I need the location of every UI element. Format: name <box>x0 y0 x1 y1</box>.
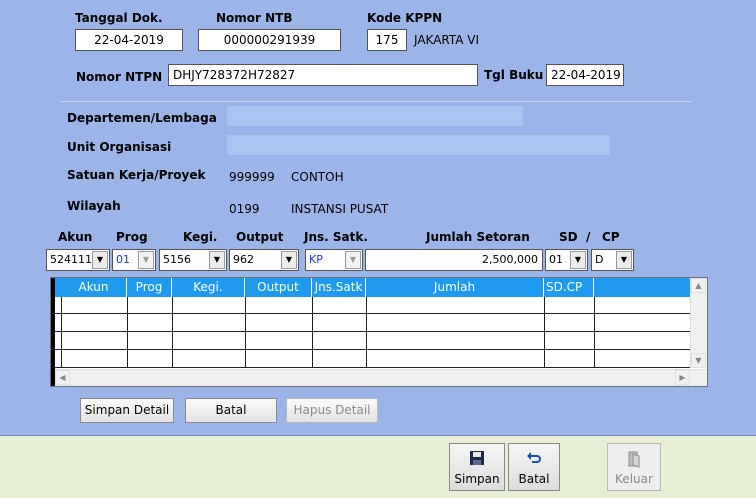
grid-col-divider <box>594 297 595 367</box>
satker-name: CONTOH <box>291 170 344 184</box>
kppn-name: JAKARTA VI <box>414 33 480 47</box>
kegi-combo[interactable]: 5156 ▼ <box>159 249 227 271</box>
tgl-buku-field[interactable]: 22-04-2019 <box>546 64 624 86</box>
chevron-down-icon[interactable]: ▼ <box>570 251 586 269</box>
chevron-down-icon[interactable]: ▼ <box>616 251 632 269</box>
batal-label: Batal <box>518 472 550 486</box>
output-value: 962 <box>233 253 254 266</box>
jns-satk-combo: KP ▼ <box>305 249 363 271</box>
chevron-down-icon: ▼ <box>138 251 154 269</box>
jns-satk-label: Jns. Satk. <box>304 230 368 244</box>
prog-value: 01 <box>116 253 130 266</box>
wilayah-code: 0199 <box>229 202 260 216</box>
chevron-down-icon[interactable]: ▼ <box>281 251 297 269</box>
kegi-value: 5156 <box>163 253 191 266</box>
undo-icon <box>509 450 559 466</box>
output-label: Output <box>236 230 284 244</box>
keluar-button[interactable]: Keluar <box>607 443 661 491</box>
table-row[interactable] <box>55 297 707 314</box>
grid-col-divider <box>245 297 246 367</box>
grid-col-divider <box>544 297 545 367</box>
keluar-label: Keluar <box>615 472 653 486</box>
wilayah-label: Wilayah <box>67 199 121 213</box>
hapus-detail-button[interactable]: Hapus Detail <box>286 398 378 423</box>
grid-col-akun[interactable]: Akun <box>61 278 127 297</box>
floppy-disk-icon <box>450 450 504 466</box>
chevron-down-icon: ▼ <box>345 251 361 269</box>
table-row[interactable] <box>55 333 707 350</box>
cp-combo[interactable]: D ▼ <box>591 249 634 271</box>
grid-col-output[interactable]: Output <box>245 278 312 297</box>
jumlah-setoran-field[interactable]: 2,500,000 <box>365 249 543 271</box>
sd-combo[interactable]: 01 ▼ <box>545 249 588 271</box>
batal-button[interactable]: Batal <box>508 443 560 491</box>
sd-value: 01 <box>549 253 563 266</box>
akun-label: Akun <box>58 230 93 244</box>
detail-grid[interactable]: Akun Prog Kegi. Output Jns.Satk Jumlah S… <box>50 277 708 387</box>
jns-satk-value: KP <box>309 253 323 266</box>
akun-combo[interactable]: 524111 ▼ <box>46 249 110 271</box>
unit-organisasi-label: Unit Organisasi <box>67 140 172 154</box>
grid-col-sd-cp[interactable]: SD.CP <box>544 278 594 297</box>
exit-door-icon <box>608 450 660 468</box>
tgl-buku-label: Tgl Buku <box>484 68 544 82</box>
grid-col-divider <box>312 297 313 367</box>
scroll-up-icon[interactable]: ▲ <box>691 278 706 293</box>
nomor-ntb-field[interactable]: 000000291939 <box>198 29 341 51</box>
table-row[interactable] <box>55 351 707 368</box>
grid-horizontal-scrollbar[interactable]: ◀ ▶ <box>55 369 707 386</box>
sd-cp-slash: / <box>586 230 591 244</box>
tanggal-dok-label: Tanggal Dok. <box>75 11 163 25</box>
grid-col-jumlah[interactable]: Jumlah <box>366 278 544 297</box>
form-panel: Tanggal Dok. Nomor NTB Kode KPPN 22-04-2… <box>0 0 756 436</box>
jumlah-setoran-label: Jumlah Setoran <box>426 230 530 244</box>
chevron-down-icon[interactable]: ▼ <box>92 251 108 269</box>
batal-detail-button[interactable]: Batal <box>185 398 277 423</box>
wilayah-name: INSTANSI PUSAT <box>291 202 389 216</box>
chevron-down-icon[interactable]: ▼ <box>209 251 225 269</box>
grid-col-divider <box>127 297 128 367</box>
tanggal-dok-field[interactable]: 22-04-2019 <box>75 29 183 51</box>
grid-col-kegi[interactable]: Kegi. <box>172 278 245 297</box>
simpan-label: Simpan <box>454 472 500 486</box>
simpan-button[interactable]: Simpan <box>449 443 505 491</box>
prog-combo: 01 ▼ <box>112 249 156 271</box>
departemen-field <box>227 106 523 126</box>
satker-code: 999999 <box>229 170 275 184</box>
grid-col-divider <box>366 297 367 367</box>
departemen-label: Departemen/Lembaga <box>67 111 217 125</box>
nomor-ntb-label: Nomor NTB <box>216 11 293 25</box>
kode-kppn-field[interactable]: 175 <box>367 29 407 51</box>
divider <box>60 101 692 102</box>
nomor-ntpn-field[interactable]: DHJY728372H72827 <box>168 64 478 86</box>
scroll-right-icon[interactable]: ▶ <box>675 370 690 385</box>
scroll-left-icon[interactable]: ◀ <box>55 370 70 385</box>
cp-label: CP <box>602 230 620 244</box>
grid-col-prog[interactable]: Prog <box>127 278 172 297</box>
kode-kppn-label: Kode KPPN <box>367 11 443 25</box>
cp-value: D <box>595 253 604 266</box>
grid-col-divider <box>172 297 173 367</box>
table-row[interactable] <box>55 315 707 332</box>
satker-label: Satuan Kerja/Proyek <box>67 168 206 182</box>
kegi-label: Kegi. <box>183 230 218 244</box>
prog-label: Prog <box>116 230 148 244</box>
sd-label: SD <box>559 230 578 244</box>
grid-vertical-scrollbar[interactable]: ▲ ▼ <box>690 278 707 368</box>
unit-organisasi-field <box>227 135 610 155</box>
nomor-ntpn-label: Nomor NTPN <box>76 70 163 84</box>
simpan-detail-button[interactable]: Simpan Detail <box>80 398 174 423</box>
grid-col-jns-satk[interactable]: Jns.Satk <box>312 278 366 297</box>
scroll-down-icon[interactable]: ▼ <box>691 353 706 368</box>
grid-col-divider <box>61 297 62 367</box>
output-combo[interactable]: 962 ▼ <box>229 249 299 271</box>
akun-value: 524111 <box>50 253 92 266</box>
